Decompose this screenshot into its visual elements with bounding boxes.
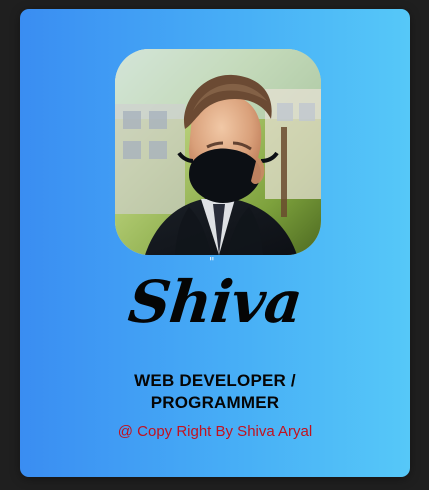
profile-photo-icon bbox=[115, 49, 321, 255]
profile-avatar bbox=[115, 49, 321, 255]
page: " Shiva WEB DEVELOPER / PROGRAMMER @ Cop… bbox=[0, 0, 429, 490]
profile-role-line-1: WEB DEVELOPER / bbox=[134, 371, 296, 390]
profile-name: Shiva bbox=[125, 268, 305, 336]
profile-role-line-2: PROGRAMMER bbox=[150, 393, 280, 412]
copyright-text: @ Copy Right By Shiva Aryal bbox=[117, 423, 313, 440]
profile-card: " Shiva WEB DEVELOPER / PROGRAMMER @ Cop… bbox=[20, 9, 410, 477]
profile-role: WEB DEVELOPER / PROGRAMMER bbox=[20, 370, 410, 414]
